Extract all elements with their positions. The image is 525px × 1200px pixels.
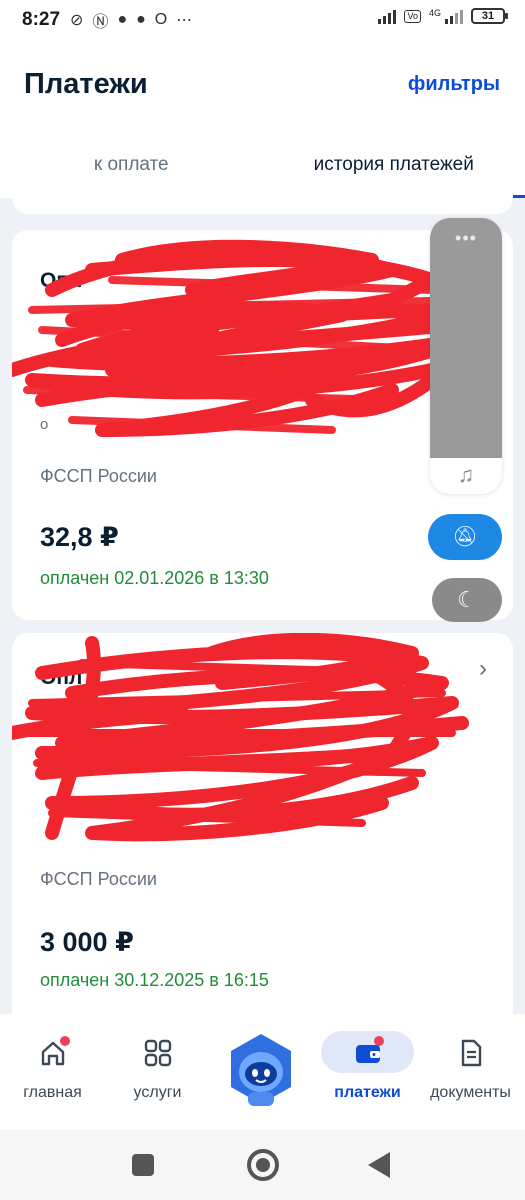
payment-amount: 32,8 ₽: [40, 522, 119, 552]
home-button[interactable]: [247, 1149, 279, 1181]
filters-button[interactable]: фильтры: [408, 73, 500, 96]
nav-label: услуги: [133, 1084, 182, 1101]
moon-icon: ☾: [457, 587, 477, 612]
chat-icon: ●: [117, 11, 128, 28]
nav-item-home[interactable]: главная: [0, 1014, 105, 1130]
do-not-disturb-button[interactable]: ☾: [432, 578, 502, 622]
tab-to-pay[interactable]: к оплате: [0, 138, 263, 198]
opera-icon: O: [154, 11, 168, 28]
payment-subtitle: о: [40, 416, 49, 433]
battery-level: 31: [481, 10, 495, 22]
volume-slider[interactable]: [430, 218, 502, 458]
nav-item-services[interactable]: услуги: [105, 1014, 210, 1130]
volte-icon: Vo: [404, 9, 421, 23]
mute-toggle-button[interactable]: 🔕︎: [428, 514, 502, 560]
message-icon: ●: [136, 11, 146, 28]
signal-4g-icon: 4G: [429, 8, 463, 24]
tabs: к оплате история платежей: [0, 138, 525, 198]
volume-panel[interactable]: ••• ♫: [430, 218, 502, 494]
bell-off-icon: 🔕︎: [452, 526, 478, 548]
page-title: Платежи: [24, 68, 148, 100]
chevron-right-icon: ›: [479, 655, 487, 682]
notification-badge: [374, 1036, 384, 1046]
nav-label: документы: [430, 1084, 511, 1101]
payment-status: оплачен 02.01.2026 в 13:30: [40, 568, 269, 588]
music-note-icon[interactable]: ♫: [430, 458, 502, 494]
bottom-navigation: главная услуги платежи документы: [0, 1014, 525, 1130]
payment-amount: 3 000 ₽: [40, 927, 134, 957]
system-navigation-bar: [0, 1130, 525, 1200]
network-label: 4G: [428, 8, 441, 18]
previous-payment-card[interactable]: [12, 190, 513, 214]
payment-status: оплачен 30.12.2025 в 16:15: [40, 970, 269, 990]
grid-icon: [144, 1039, 171, 1067]
page-header: Платежи фильтры к оплате история платеже…: [0, 40, 525, 198]
status-right: Vo 4G 31: [378, 8, 508, 24]
mute-notification-icon: ⊘: [70, 12, 84, 29]
notification-icons: ⊘ Ⓝ ● ● O ⋯: [70, 8, 192, 32]
more-dots-icon[interactable]: •••: [430, 228, 502, 249]
nav-label: главная: [23, 1084, 82, 1101]
notification-badge: [60, 1036, 70, 1046]
payment-organization: ФССП России: [40, 466, 157, 486]
back-button[interactable]: [368, 1152, 390, 1178]
nav-item-documents[interactable]: документы: [418, 1014, 523, 1130]
robot-assistant-icon[interactable]: [228, 1032, 294, 1112]
document-icon: [461, 1039, 481, 1067]
recent-apps-button[interactable]: [132, 1154, 154, 1176]
payment-name: Опл: [40, 269, 83, 292]
signal-icon: [378, 8, 397, 24]
payment-name: Опл: [40, 666, 83, 689]
status-bar: 8:27 ⊘ Ⓝ ● ● O ⋯ Vo 4G 31: [0, 0, 525, 40]
nav-item-payments[interactable]: платежи: [315, 1014, 420, 1130]
battery-icon: 31: [471, 8, 508, 24]
tab-payment-history[interactable]: история платежей: [262, 138, 525, 198]
more-notifications-icon: ⋯: [176, 12, 193, 29]
status-time: 8:27: [22, 9, 61, 30]
nfc-icon: Ⓝ: [92, 14, 109, 31]
nav-label: платежи: [334, 1084, 401, 1101]
payment-card[interactable]: Опл › ФССП России 3 000 ₽ оплачен 30.12.…: [12, 633, 513, 1023]
payment-organization: ФССП России: [40, 869, 157, 889]
